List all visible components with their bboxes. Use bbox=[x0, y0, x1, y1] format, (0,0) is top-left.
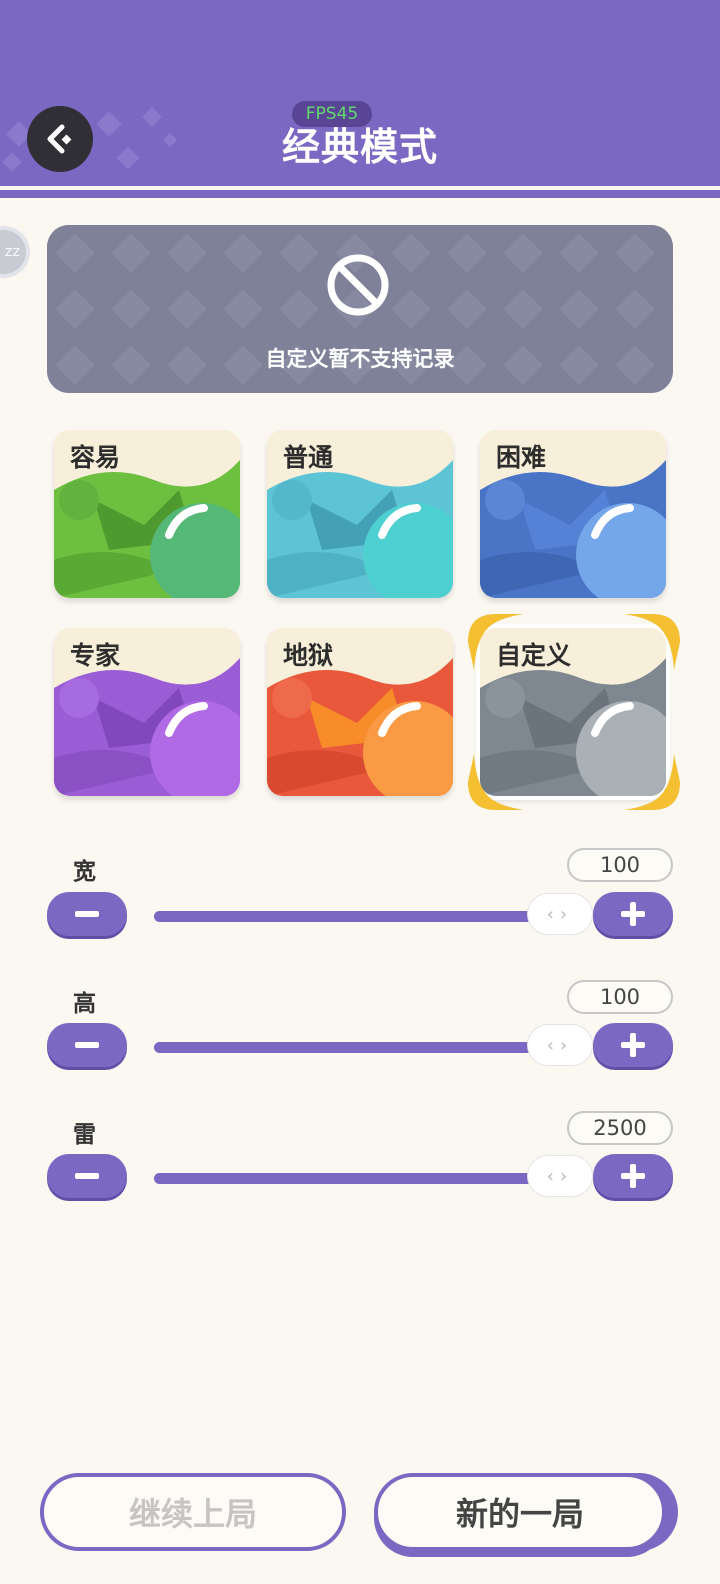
difficulty-label: 地狱 bbox=[283, 641, 334, 670]
width-label: 宽 bbox=[73, 859, 96, 885]
difficulty-card-normal[interactable]: 普通 bbox=[267, 430, 453, 598]
width-decrease-button[interactable] bbox=[47, 892, 127, 936]
selection-corner-icon bbox=[468, 614, 524, 670]
width-slider-thumb[interactable]: ‹› bbox=[527, 893, 593, 935]
plus-icon bbox=[621, 1164, 645, 1188]
difficulty-card-hell[interactable]: 地狱 bbox=[267, 628, 453, 796]
width-value: 100 bbox=[567, 848, 673, 882]
difficulty-card-easy[interactable]: 容易 bbox=[54, 430, 240, 598]
new-game-button[interactable]: 新的一局 bbox=[374, 1473, 666, 1551]
drag-arrows-icon: ‹› bbox=[546, 1165, 574, 1187]
height-label: 高 bbox=[73, 991, 96, 1017]
plus-icon bbox=[621, 902, 645, 926]
height-value: 100 bbox=[567, 980, 673, 1014]
selection-corner-icon bbox=[624, 754, 680, 810]
plus-icon bbox=[621, 1033, 645, 1057]
mines-increase-button[interactable] bbox=[593, 1154, 673, 1198]
difficulty-card-hard[interactable]: 困难 bbox=[480, 430, 666, 598]
width-increase-button[interactable] bbox=[593, 892, 673, 936]
header-bar: FPS45 经典模式 bbox=[0, 0, 720, 186]
header-stripe bbox=[0, 186, 720, 198]
side-badge-text: ZZ bbox=[4, 245, 20, 259]
mines-label: 雷 bbox=[73, 1122, 96, 1148]
drag-arrows-icon: ‹› bbox=[546, 903, 574, 925]
notice-text: 自定义暂不支持记录 bbox=[265, 347, 455, 371]
difficulty-label: 困难 bbox=[496, 443, 547, 472]
difficulty-label: 容易 bbox=[70, 443, 121, 472]
minus-icon bbox=[75, 911, 99, 917]
page-title: 经典模式 bbox=[281, 125, 438, 169]
difficulty-card-expert[interactable]: 专家 bbox=[54, 628, 240, 796]
record-notice-panel: 自定义暂不支持记录 bbox=[47, 225, 673, 393]
difficulty-label: 普通 bbox=[283, 443, 334, 472]
height-decrease-button[interactable] bbox=[47, 1023, 127, 1067]
width-slider-track[interactable] bbox=[154, 911, 536, 922]
mines-decrease-button[interactable] bbox=[47, 1154, 127, 1198]
selection-corner-icon bbox=[468, 754, 524, 810]
selection-corner-icon bbox=[624, 614, 680, 670]
height-slider-track[interactable] bbox=[154, 1042, 536, 1053]
mines-value: 2500 bbox=[567, 1111, 673, 1145]
continue-game-button[interactable]: 继续上局 bbox=[40, 1473, 346, 1551]
mines-slider-track[interactable] bbox=[154, 1173, 536, 1184]
side-avatar-badge[interactable]: ZZ bbox=[0, 226, 30, 278]
height-increase-button[interactable] bbox=[593, 1023, 673, 1067]
drag-arrows-icon: ‹› bbox=[546, 1034, 574, 1056]
minus-icon bbox=[75, 1042, 99, 1048]
ban-icon bbox=[327, 254, 389, 316]
minus-icon bbox=[75, 1173, 99, 1179]
mines-slider-thumb[interactable]: ‹› bbox=[527, 1155, 593, 1197]
height-slider-thumb[interactable]: ‹› bbox=[527, 1024, 593, 1066]
difficulty-label: 专家 bbox=[70, 641, 121, 670]
